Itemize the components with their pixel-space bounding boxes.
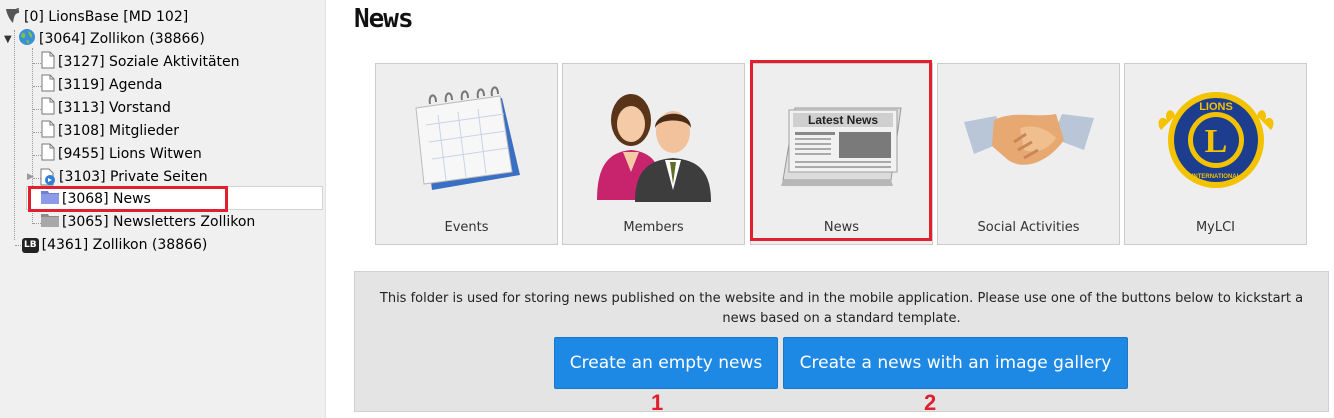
tree-node-page[interactable]: [3108] Mitglieder bbox=[41, 120, 179, 142]
tree-node-label: [3127] Soziale Aktivitäten bbox=[58, 54, 240, 70]
create-gallery-news-button[interactable]: Create a news with an image gallery bbox=[783, 337, 1128, 389]
handshake-icon bbox=[964, 114, 1094, 165]
marker-number-2: 2 bbox=[924, 390, 937, 415]
tree-node-label: [3103] Private Seiten bbox=[59, 169, 208, 185]
svg-text:LIONS: LIONS bbox=[1199, 101, 1233, 113]
tree-node-page[interactable]: [3113] Vorstand bbox=[41, 97, 171, 119]
tree-node-lb-root[interactable]: LB [4361] Zollikon (38866) bbox=[22, 234, 207, 256]
page-title: News bbox=[354, 4, 414, 34]
calendar-icon bbox=[415, 86, 520, 190]
private-page-icon bbox=[40, 168, 56, 186]
lions-logo-icon: L LIONS INTERNATIONAL bbox=[1158, 92, 1274, 188]
typo3-logo-icon bbox=[4, 7, 21, 28]
tree-node-label: [3064] Zollikon (38866) bbox=[39, 31, 205, 47]
tree-guide-line bbox=[14, 30, 15, 240]
page-tree: [0] LionsBase [MD 102] ▼ [3064] Zollikon… bbox=[0, 0, 326, 418]
tree-node-site[interactable]: ▼ [3064] Zollikon (38866) bbox=[4, 28, 205, 50]
page-icon bbox=[41, 120, 55, 142]
tile-label: MyLCI bbox=[1195, 220, 1236, 235]
info-text: This folder is used for storing news pub… bbox=[379, 291, 1304, 326]
collapse-arrow-icon[interactable]: ▼ bbox=[4, 34, 18, 45]
tile-social-activities[interactable]: Social Activities bbox=[937, 63, 1120, 245]
info-panel: This folder is used for storing news pub… bbox=[354, 271, 1329, 412]
svg-text:INTERNATIONAL: INTERNATIONAL bbox=[1192, 174, 1241, 180]
tree-node-newsletters[interactable]: [3065] Newsletters Zollikon bbox=[41, 211, 255, 233]
tree-node-label: [3119] Agenda bbox=[58, 77, 163, 93]
page-icon bbox=[41, 74, 55, 96]
members-icon bbox=[597, 94, 711, 202]
tile-mylci[interactable]: L LIONS INTERNATIONAL MyLCI bbox=[1124, 63, 1307, 245]
sysfolder-icon bbox=[41, 213, 59, 231]
globe-icon bbox=[18, 28, 36, 50]
highlight-box-news-tile bbox=[750, 60, 932, 241]
page-icon bbox=[41, 97, 55, 119]
tree-node-page[interactable]: [3127] Soziale Aktivitäten bbox=[41, 51, 240, 73]
tree-node-label: [0] LionsBase [MD 102] bbox=[24, 9, 189, 25]
tile-label: Members bbox=[623, 220, 684, 235]
tile-label: Events bbox=[444, 220, 489, 235]
tree-node-page[interactable]: [3119] Agenda bbox=[41, 74, 162, 96]
main-content: News Events Members Latest News News Soc… bbox=[326, 0, 1334, 418]
tree-node-private[interactable]: ▶ [3103] Private Seiten bbox=[27, 166, 208, 188]
tree-node-label: [9455] Lions Witwen bbox=[58, 146, 202, 162]
svg-text:L: L bbox=[1205, 123, 1228, 160]
tile-label: Social Activities bbox=[977, 220, 1080, 235]
tree-node-root[interactable]: [0] LionsBase [MD 102] bbox=[4, 6, 188, 28]
create-empty-news-button[interactable]: Create an empty news bbox=[554, 337, 778, 389]
tree-node-label: [3065] Newsletters Zollikon bbox=[62, 214, 256, 230]
tree-node-label: [3108] Mitglieder bbox=[58, 123, 179, 139]
tree-node-label: [3113] Vorstand bbox=[58, 100, 171, 116]
tile-members[interactable]: Members bbox=[562, 63, 745, 245]
tree-node-label: [4361] Zollikon (38866) bbox=[41, 237, 208, 253]
highlight-box-news-node bbox=[28, 186, 228, 212]
page-icon bbox=[41, 51, 55, 73]
lionsbase-badge-icon: LB bbox=[22, 237, 39, 253]
tile-events[interactable]: Events bbox=[375, 63, 558, 245]
tree-node-page[interactable]: [9455] Lions Witwen bbox=[41, 143, 202, 165]
page-icon bbox=[41, 143, 55, 165]
marker-number-1: 1 bbox=[651, 390, 664, 415]
expand-arrow-icon[interactable]: ▶ bbox=[27, 172, 40, 182]
